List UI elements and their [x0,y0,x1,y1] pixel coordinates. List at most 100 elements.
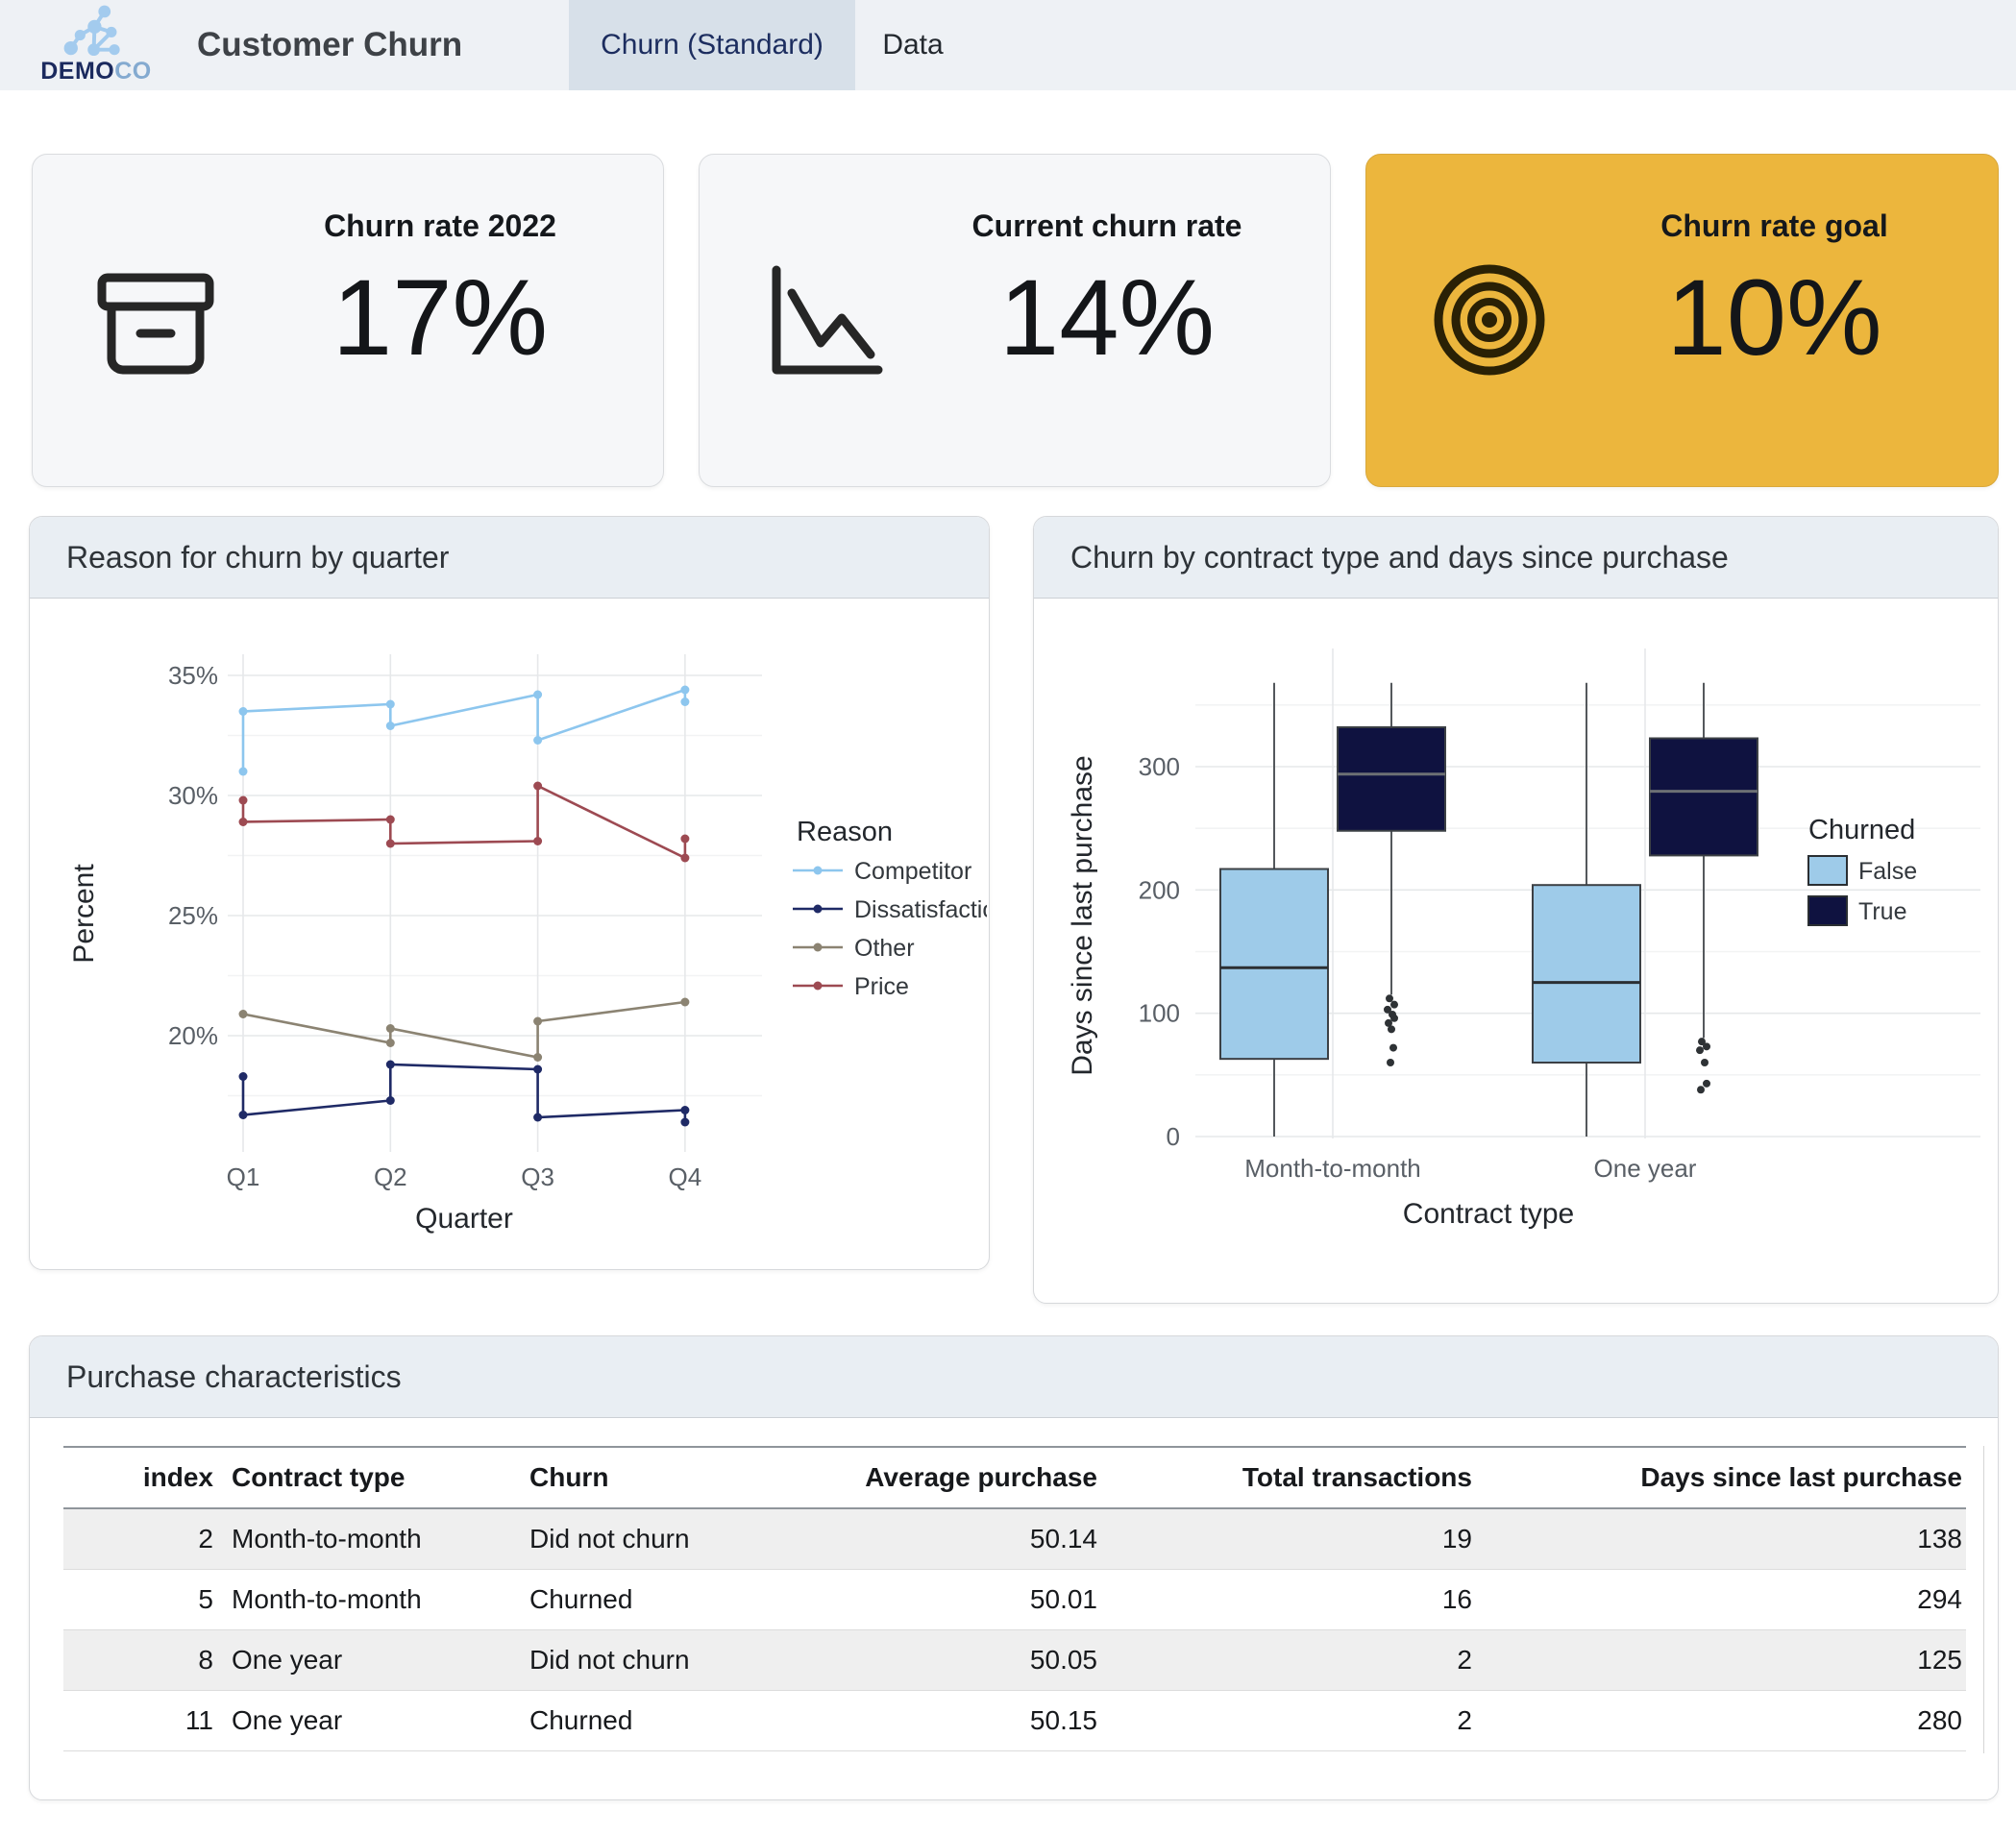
panel-purchase-characteristics: Purchase characteristics indexContract t… [29,1335,1999,1800]
kpi-title: Current churn rate [911,208,1303,244]
column-header: Churn [515,1447,803,1508]
molecule-icon [33,4,160,63]
x-tick-label: Q1 [227,1162,260,1191]
table-cell: Month-to-month [217,1508,515,1570]
y-tick-label: 30% [168,781,218,810]
trend-down-chart-icon [755,253,890,387]
table-cell: Churned [515,1691,803,1751]
chart-legend: ChurnedFalseTrue [1808,815,1917,925]
table-cell: Month-to-month [217,1570,515,1630]
column-header: index [63,1447,217,1508]
table-cell: 50.14 [803,1508,1101,1570]
kpi-value: 17% [244,251,636,385]
column-header: Days since last purchase [1476,1447,1966,1508]
series-line-price [239,782,690,863]
table-cell: 19 [1101,1508,1476,1570]
x-tick-label: Month-to-month [1244,1154,1421,1183]
legend-label: Other [854,935,915,962]
y-axis-title: Days since last purchase [1067,755,1098,1076]
purchase-table: indexContract typeChurnAverage purchaseT… [63,1446,1966,1751]
kpi-card-current-churn-rate: Current churn rate 14% [699,154,1331,487]
x-tick-label: Q3 [521,1162,554,1191]
reason-chart: 35% 30% 25% 20% Q1 Q2 Q3 Q4 Quarter Percent Reason… [30,599,989,1270]
y-tick-label: 100 [1139,999,1180,1028]
table-row: 5Month-to-monthChurned50.0116294 [63,1570,1966,1630]
table-cell: 50.05 [803,1630,1101,1691]
kpi-title: Churn rate 2022 [244,208,636,244]
boxplot-box-false-month-to-month [1220,683,1328,1137]
kpi-value: 10% [1578,251,1971,385]
legend-label: Dissatisfaction [854,896,987,923]
table-cell: 2 [1101,1630,1476,1691]
purchase-table-body: 2Month-to-monthDid not churn50.14191385M… [63,1508,1966,1751]
tab-data[interactable]: Data [855,0,971,90]
boxplot-box-true-month-to-month [1338,683,1445,1066]
table-cell: 125 [1476,1630,1966,1691]
series-line-competitor [239,686,690,776]
panel-title: Churn by contract type and days since pu… [1034,517,1998,599]
table-cell: 2 [63,1508,217,1570]
panel-reason-for-churn: Reason for churn by quarter 35% 30% 25% 20%… [29,516,990,1270]
boxplot-box-true-one-year [1650,683,1758,1093]
y-tick-label: 20% [168,1021,218,1050]
target-icon [1422,253,1557,387]
series-line-dissatisfaction [239,1061,690,1127]
purchase-table-head-row: indexContract typeChurnAverage purchaseT… [63,1447,1966,1508]
kpi-card-churn-rate-2022: Churn rate 2022 17% [32,154,664,487]
table-cell: One year [217,1630,515,1691]
legend-label: True [1858,898,1906,925]
table-cell: 50.01 [803,1570,1101,1630]
table-row: 2Month-to-monthDid not churn50.1419138 [63,1508,1966,1570]
panel-churn-by-contract: Churn by contract type and days since pu… [1033,516,1999,1304]
column-header: Contract type [217,1447,515,1508]
boxplot-svg: 0 100 200 300 Month-to-month One year Contract… [1034,599,1996,1302]
gridlines [228,654,762,1152]
tab-churn-standard[interactable]: Churn (Standard) [569,0,855,90]
y-tick-label: 35% [168,661,218,690]
kpi-value: 14% [911,251,1303,385]
table-cell: 8 [63,1630,217,1691]
legend-label: Competitor [854,858,971,885]
x-axis-title: Contract type [1403,1198,1574,1230]
x-tick-label: Q4 [669,1162,702,1191]
table-cell: One year [217,1691,515,1751]
table-cell: Did not churn [515,1508,803,1570]
contract-boxplot-chart: 0 100 200 300 Month-to-month One year Contract… [1034,599,1998,1304]
kpi-card-churn-rate-goal: Churn rate goal 10% [1365,154,1999,487]
table-cell: 16 [1101,1570,1476,1630]
brand-text: DEMOCO [33,60,160,84]
y-tick-label: 25% [168,901,218,930]
boxplot-box-false-one-year [1533,683,1640,1137]
table-scroll-track[interactable] [1983,1446,1984,1753]
app-header: DEMOCO Customer Churn Churn (Standard) D… [0,0,2016,90]
column-header: Total transactions [1101,1447,1476,1508]
table-cell: Churned [515,1570,803,1630]
table-row: 8One yearDid not churn50.052125 [63,1630,1966,1691]
table-cell: 280 [1476,1691,1966,1751]
x-axis-title: Quarter [415,1203,513,1235]
line-chart-svg: 35% 30% 25% 20% Q1 Q2 Q3 Q4 Quarter Percent Reason… [30,599,987,1268]
panel-title: Purchase characteristics [30,1336,1998,1418]
legend-label: False [1858,858,1917,885]
table-cell: 50.15 [803,1691,1101,1751]
dashboard-page: { "header": { "brand_bold": "DEMO", "bra… [0,0,2016,1835]
table-cell: 294 [1476,1570,1966,1630]
table-cell: Did not churn [515,1630,803,1691]
x-tick-label: Q2 [374,1162,407,1191]
series-line-other [239,998,690,1063]
panel-title: Reason for churn by quarter [30,517,989,599]
table-cell: 2 [1101,1691,1476,1751]
y-tick-label: 0 [1167,1122,1180,1151]
table-cell: 5 [63,1570,217,1630]
page-title: Customer Churn [197,0,462,90]
table-cell: 11 [63,1691,217,1751]
x-tick-label: One year [1594,1154,1697,1183]
table-row: 11One yearChurned50.152280 [63,1691,1966,1751]
legend-title: Reason [797,817,893,847]
table-cell: 138 [1476,1508,1966,1570]
y-axis-title: Percent [68,864,100,964]
y-tick-label: 200 [1139,875,1180,904]
column-header: Average purchase [803,1447,1101,1508]
y-tick-label: 300 [1139,752,1180,781]
brand-logo: DEMOCO [33,2,160,90]
